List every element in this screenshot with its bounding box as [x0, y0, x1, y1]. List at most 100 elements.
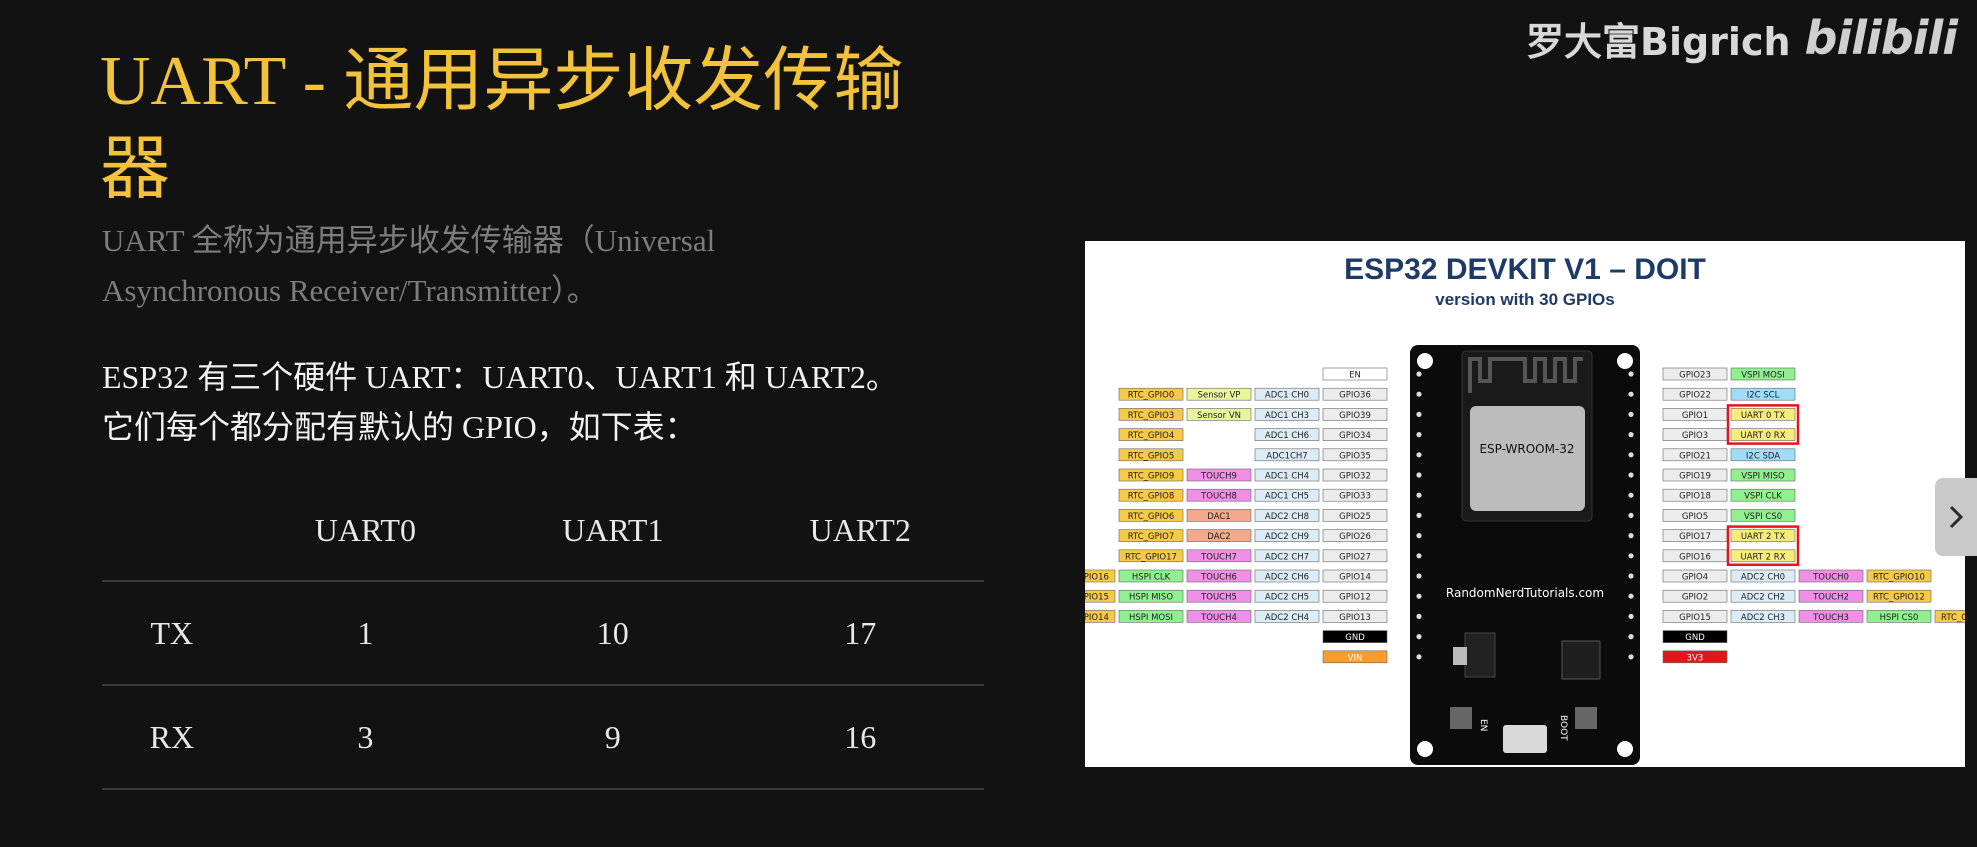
pin-label-text: GPIO2 [1682, 593, 1708, 603]
voltage-regulator [1464, 632, 1496, 678]
pin-label-text: TOUCH6 [1200, 573, 1237, 583]
mount-hole [1617, 353, 1633, 369]
pin-dot [1416, 654, 1422, 660]
table-cell: 17 [844, 614, 877, 651]
pin-label-text: GPIO17 [1679, 532, 1711, 542]
pin-dot [1416, 573, 1422, 579]
pin-label-text: ADC2 CH8 [1265, 512, 1309, 522]
pin-label-text: TOUCH5 [1200, 593, 1237, 603]
pin-dot [1628, 593, 1634, 599]
pin-label-text: RTC_GPIO13 [1941, 613, 1965, 623]
pin-label-text: GPIO13 [1339, 613, 1371, 623]
pin-label-text: GPIO18 [1679, 492, 1711, 502]
pin-label-text: VSPI CS0 [1744, 512, 1782, 522]
pin-label-text: TOUCH3 [1812, 613, 1849, 623]
pin-label-text: UART 0 RX [1740, 431, 1785, 441]
pin-label-text: GND [1345, 633, 1365, 643]
pin-dot [1416, 593, 1422, 599]
pin-dot [1628, 533, 1634, 539]
paragraph-line-2: 它们每个都分配有默认的 GPIO，如下表： [102, 409, 697, 445]
subtitle-line-2: Asynchronous Receiver/Transmitter）。 [102, 273, 598, 308]
pin-label-text: I2C SCL [1747, 391, 1780, 401]
pin-label-text: GPIO16 [1679, 552, 1711, 562]
table-cell: 10 [596, 614, 629, 651]
watermark-author: 罗大富Bigrich [1525, 19, 1791, 64]
usb-port [1503, 725, 1547, 753]
boot-button [1575, 707, 1597, 729]
pin-label-text: RTC_GPIO9 [1128, 472, 1174, 482]
pin-label-text: VSPI MOSI [1741, 371, 1784, 381]
pin-label-text: RTC_GPIO16 [1085, 573, 1109, 583]
mount-hole [1617, 741, 1633, 757]
pin-label-text: UART 0 TX [1741, 411, 1786, 421]
boot-label: BOOT [1558, 715, 1568, 741]
usb-chip [1561, 640, 1601, 680]
pin-label-text: RTC_GPIO7 [1128, 532, 1174, 542]
pin-label-text: TOUCH0 [1812, 573, 1849, 583]
pin-label-text: VSPI CLK [1744, 492, 1782, 502]
pin-dot [1628, 634, 1634, 640]
pin-label-text: 3V3 [1687, 653, 1704, 663]
row-label: RX [149, 718, 195, 755]
uart-pin-table: UART0 UART1 UART2 TX 1 10 17 RX 3 9 16 [102, 480, 984, 790]
table-header-cell [102, 480, 242, 582]
pin-label-text: GPIO32 [1339, 472, 1371, 482]
table-cell: 16 [844, 718, 877, 755]
pin-label-text: ADC2 CH2 [1741, 593, 1785, 603]
pin-label-text: VIN [1348, 653, 1363, 663]
table-cell: 9 [604, 718, 621, 755]
module-label: ESP-WROOM-32 [1479, 442, 1574, 456]
pin-label-text: GPIO4 [1682, 573, 1708, 583]
pin-dot [1416, 391, 1422, 397]
pin-dot [1416, 452, 1422, 458]
pin-label-text: ADC2 CH3 [1741, 613, 1785, 623]
pin-label-text: RTC_GPIO3 [1128, 411, 1174, 421]
pinout-diagram: ESP32 DEVKIT V1 – DOIT version with 30 G… [1050, 253, 1977, 765]
pin-label-text: RTC_GPIO6 [1128, 512, 1174, 522]
pin-dot [1416, 492, 1422, 498]
pin-label-text: VSPI MISO [1741, 472, 1785, 482]
pin-dot [1416, 512, 1422, 518]
pin-label-text: TOUCH2 [1812, 593, 1849, 603]
chevron-right-icon [1949, 505, 1964, 529]
pin-dot [1416, 613, 1422, 619]
pin-label-text: ADC1CH7 [1266, 451, 1307, 461]
pin-label-text: I2C SDA [1746, 451, 1780, 461]
pin-dot [1628, 613, 1634, 619]
pin-label-text: TOUCH8 [1200, 492, 1237, 502]
credit-label: RandomNerdTutorials.com [1446, 586, 1604, 600]
pin-label-text: GPIO26 [1339, 532, 1371, 542]
pin-label-text: GPIO23 [1679, 371, 1711, 381]
pin-label-text: Sensor VP [1198, 391, 1241, 401]
pin-dot [1628, 492, 1634, 498]
bilibili-watermark: 罗大富Bigrich bilibili [1525, 8, 1958, 68]
next-slide-button[interactable] [1935, 478, 1977, 556]
pin-label-text: ADC2 CH6 [1265, 573, 1309, 583]
pin-label-text: TOUCH7 [1200, 552, 1237, 562]
pin-label-text: RTC_GPIO8 [1128, 492, 1174, 502]
pin-dot [1416, 371, 1422, 377]
pin-label-text: HSPI CLK [1132, 573, 1171, 583]
pin-label-text: GPIO12 [1339, 593, 1371, 603]
esp32-pinout-image: ESP32 DEVKIT V1 – DOIT version with 30 G… [1050, 241, 1977, 767]
pin-label-text: GPIO36 [1339, 391, 1371, 401]
pin-label-text: ADC2 CH7 [1265, 552, 1309, 562]
en-button [1450, 707, 1472, 729]
pin-label-text: UART 2 RX [1740, 552, 1785, 562]
pin-label-text: GPIO19 [1679, 472, 1711, 482]
pin-label-text: DAC2 [1207, 532, 1230, 542]
pin-label-text: ADC1 CH4 [1265, 472, 1309, 482]
pin-label-text: ADC2 CH9 [1265, 532, 1309, 542]
pinout-title: ESP32 DEVKIT V1 – DOIT [1344, 253, 1706, 286]
right-pin-labels: GPIO23 VSPI MOSI GPIO22 I2C SCL GPIO1 UART 0 … [1662, 367, 1977, 663]
pin-dot [1416, 553, 1422, 559]
table-cell: 3 [357, 718, 374, 755]
pin-label-text: GPIO15 [1679, 613, 1711, 623]
pin-label-text: GPIO34 [1339, 431, 1371, 441]
pin-label-text: GPIO25 [1339, 512, 1371, 522]
table-row: TX 1 10 17 [102, 581, 984, 685]
pin-dot [1628, 573, 1634, 579]
bilibili-logo: bilibili [1804, 11, 1958, 65]
pin-label-text: ADC2 CH5 [1265, 593, 1309, 603]
pin-label-text: RTC_GPIO14 [1085, 613, 1109, 623]
